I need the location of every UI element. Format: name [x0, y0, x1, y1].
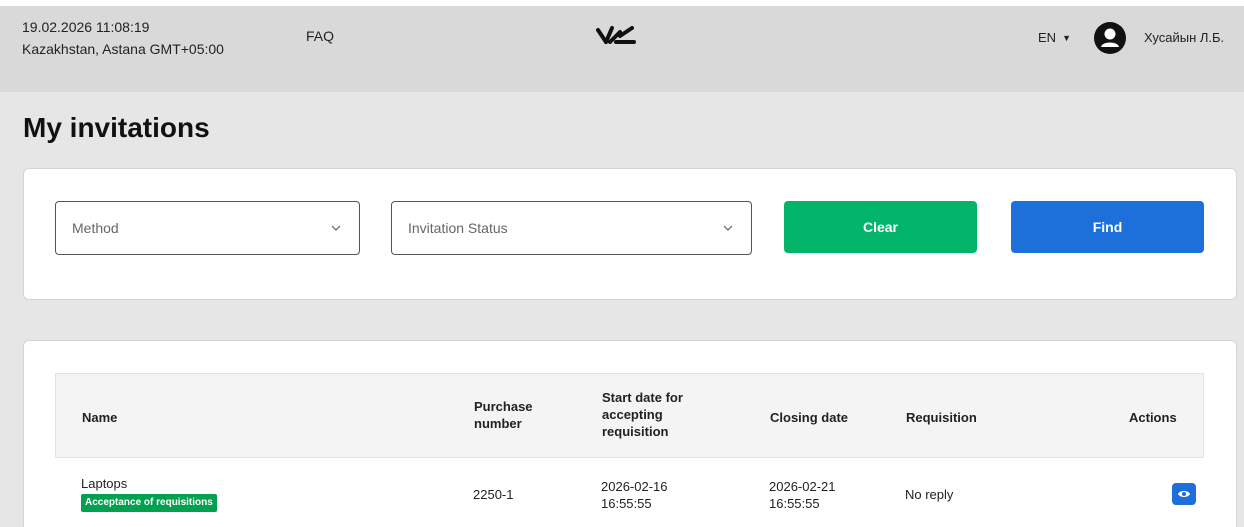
- chevron-down-icon: [331, 225, 341, 231]
- logo-icon: [596, 26, 636, 44]
- purchase-number: 2250-1: [473, 487, 514, 502]
- invitations-table-card: Name Purchase number Start date for acce…: [23, 340, 1237, 527]
- column-header-start-date: Start date for accepting requisition: [602, 389, 683, 440]
- status-badge: Acceptance of requisitions: [81, 494, 217, 512]
- timezone-label: Kazakhstan, Astana GMT+05:00: [22, 41, 224, 57]
- closing-date-time: 16:55:55: [769, 496, 820, 511]
- column-header-purchase-number: Purchase number: [474, 398, 533, 432]
- column-header-name: Name: [82, 410, 118, 425]
- header-line: number: [474, 416, 522, 431]
- find-button[interactable]: Find: [1011, 201, 1204, 253]
- method-select[interactable]: Method: [55, 201, 360, 255]
- closing-date-day: 2026-02-21: [769, 479, 836, 494]
- eye-icon: [1178, 491, 1190, 497]
- language-label: EN: [1038, 30, 1057, 45]
- header-line: Purchase: [474, 399, 533, 414]
- user-icon: [1101, 28, 1119, 47]
- status-placeholder: Invitation Status: [408, 220, 508, 236]
- chevron-down-icon: [723, 225, 733, 231]
- table-row[interactable]: Laptops Acceptance of requisitions 2250-…: [55, 458, 1204, 527]
- row-name-cell: Laptops Acceptance of requisitions: [81, 475, 217, 512]
- requisition-status: No reply: [905, 487, 954, 502]
- header-line: Start date for: [602, 390, 683, 405]
- brand-logo[interactable]: [592, 22, 640, 50]
- column-header-closing-date: Closing date: [770, 410, 849, 425]
- closing-date: 2026-02-21 16:55:55: [769, 478, 836, 512]
- start-date-time: 16:55:55: [601, 496, 652, 511]
- app-header: 19.02.2026 11:08:19 Kazakhstan, Astana G…: [0, 6, 1244, 92]
- column-header-actions: Actions: [1129, 410, 1177, 425]
- invitation-status-select[interactable]: Invitation Status: [391, 201, 752, 255]
- method-placeholder: Method: [72, 220, 119, 236]
- clear-button[interactable]: Clear: [784, 201, 977, 253]
- header-line: requisition: [602, 424, 669, 439]
- current-datetime: 19.02.2026 11:08:19: [22, 19, 150, 35]
- start-date: 2026-02-16 16:55:55: [601, 478, 668, 512]
- table-header: Name Purchase number Start date for acce…: [55, 373, 1204, 458]
- page-title: My invitations: [23, 112, 210, 143]
- language-selector[interactable]: EN ▼: [1038, 30, 1071, 45]
- faq-link[interactable]: FAQ: [306, 28, 334, 44]
- filter-panel: Method Invitation Status Clear Find: [23, 168, 1237, 300]
- header-line: accepting: [602, 407, 663, 422]
- view-button[interactable]: [1172, 483, 1196, 505]
- start-date-day: 2026-02-16: [601, 479, 668, 494]
- datetime-block: 19.02.2026 11:08:19 Kazakhstan, Astana G…: [22, 16, 224, 60]
- column-header-requisition: Requisition: [906, 410, 977, 425]
- caret-down-icon: ▼: [1062, 32, 1071, 43]
- invitation-name: Laptops: [81, 476, 128, 491]
- user-avatar[interactable]: [1094, 22, 1126, 54]
- user-name[interactable]: Хусайын Л.Б.: [1144, 30, 1224, 45]
